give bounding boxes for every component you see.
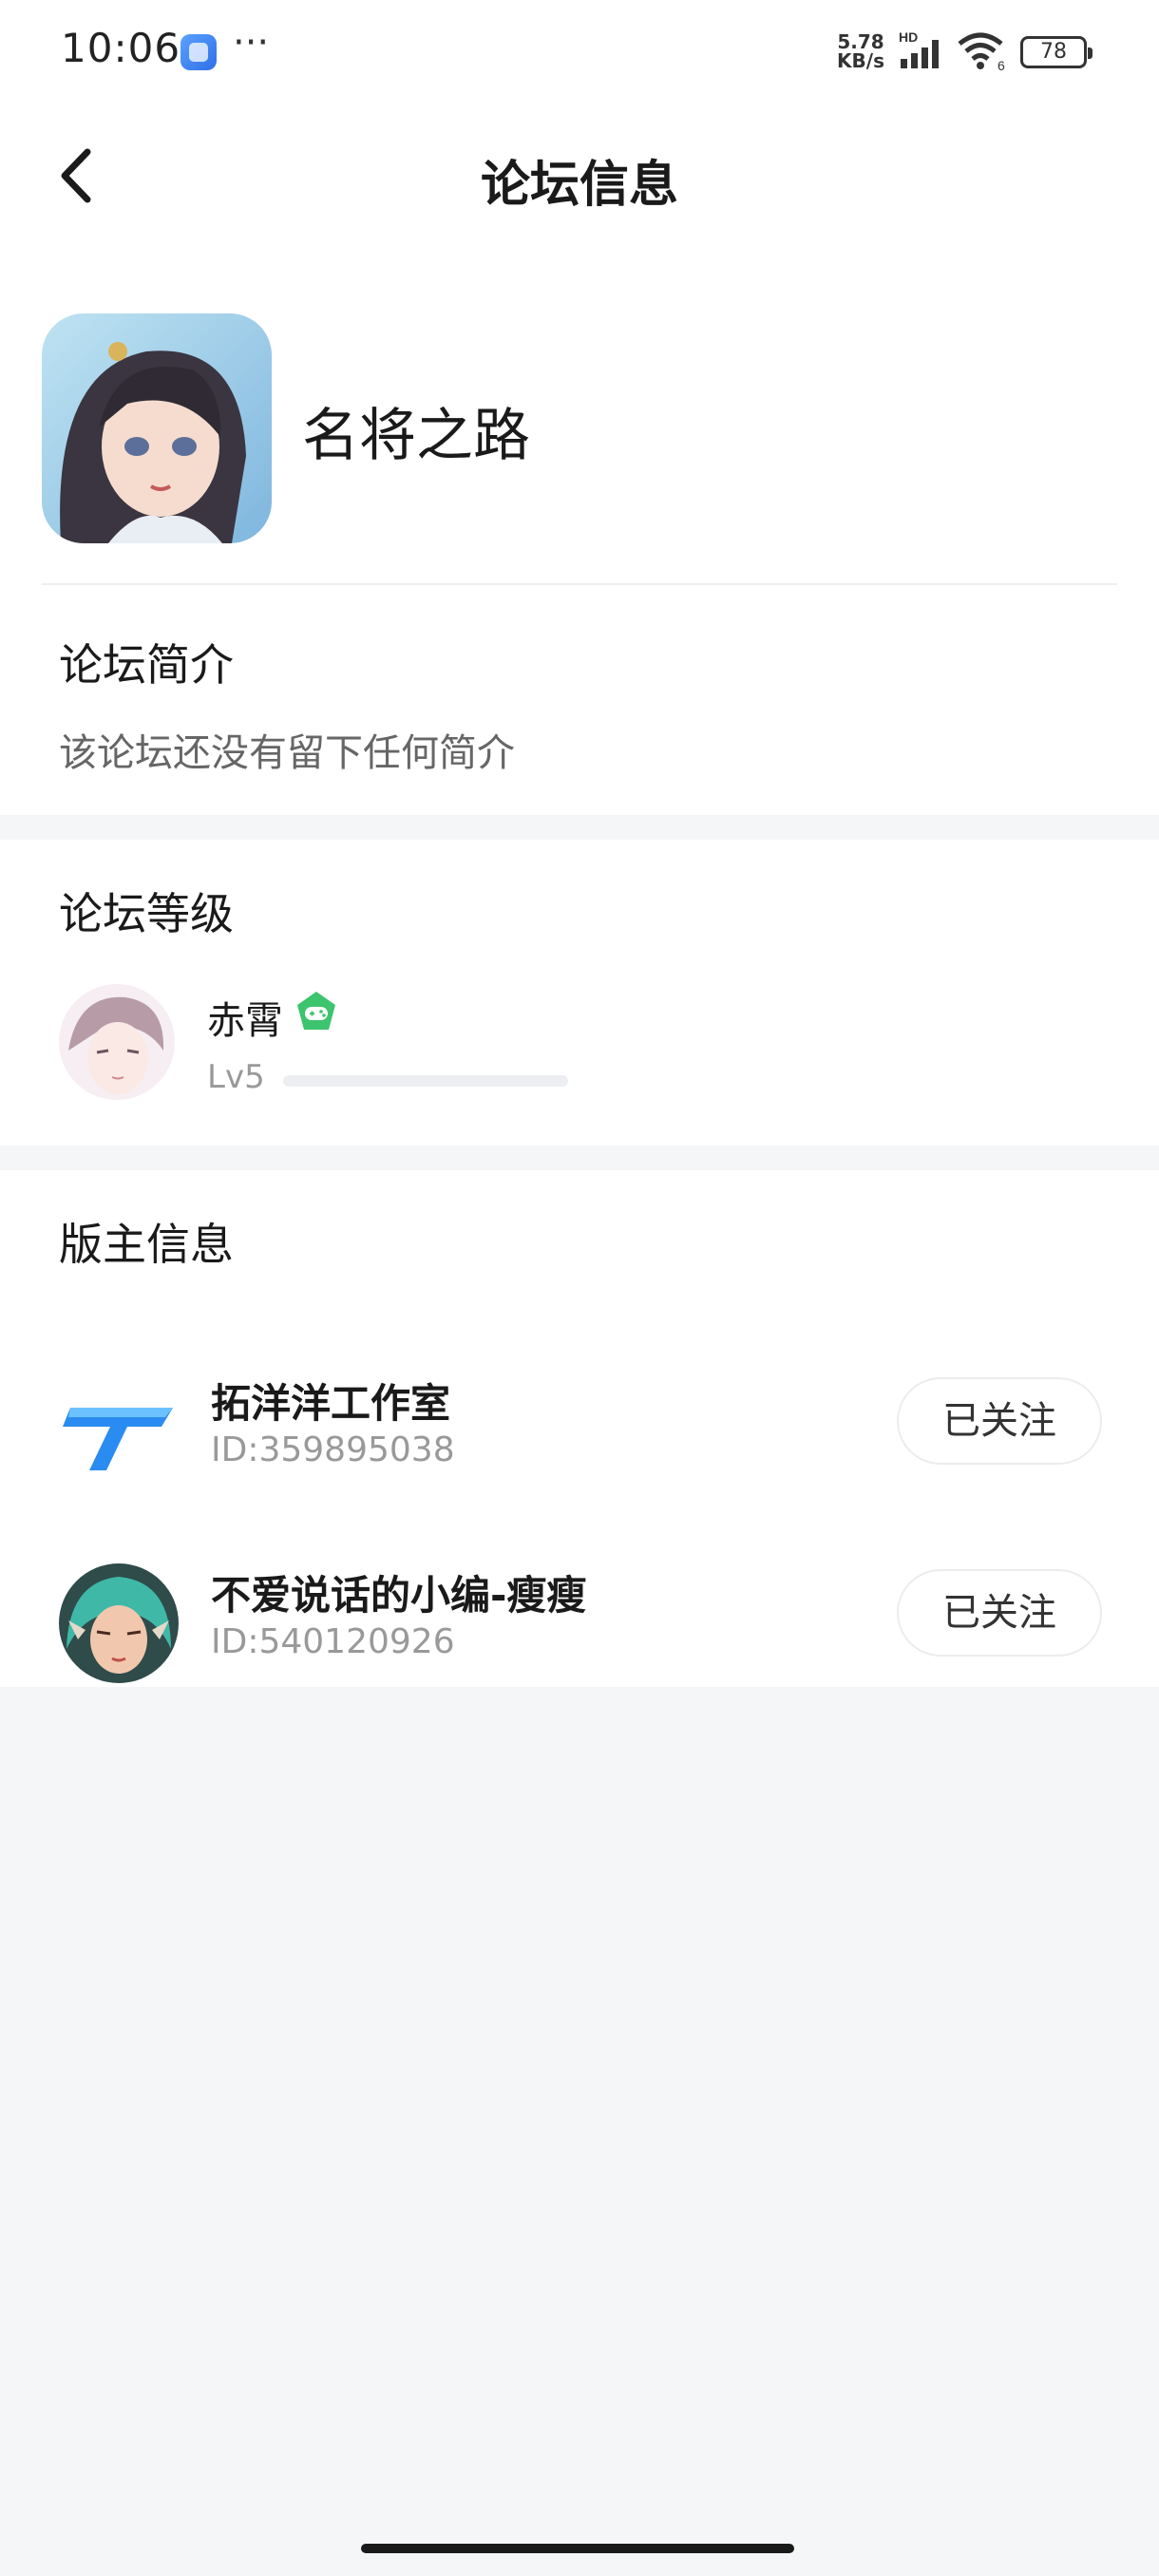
status-more-icon: ···	[233, 21, 270, 65]
wifi-icon: 6	[956, 30, 1009, 76]
intro-text: 该论坛还没有留下任何简介	[59, 731, 515, 775]
forum-info-page: 10:06 ··· 5.78 KB/s HD 6 78 论坛信息 名将之路 论坛…	[0, 0, 1159, 2576]
forum-avatar	[42, 313, 272, 543]
avatar[interactable]	[59, 984, 175, 1100]
moderator-name: 拓洋洋工作室	[211, 1380, 451, 1427]
status-bar: 10:06 ··· 5.78 KB/s HD 6 78	[0, 0, 1159, 104]
avatar[interactable]	[59, 1372, 179, 1491]
forum-name: 名将之路	[302, 403, 530, 469]
home-indicator[interactable]	[361, 2544, 794, 2553]
moderator-name: 不爱说话的小编-瘦瘦	[211, 1572, 587, 1619]
network-speed-value: 5.78	[837, 30, 884, 53]
gamepad-badge-icon	[294, 990, 338, 1033]
moderators-card: 版主信息 拓洋洋工作室 ID:359895038 已关注 不爱说话的小编-瘦瘦 …	[0, 1170, 1159, 1687]
status-time: 10:06	[61, 25, 181, 71]
moderator-id: ID:359895038	[211, 1430, 455, 1469]
moderators-section-title: 版主信息	[59, 1219, 234, 1270]
level-label: Lv5	[207, 1058, 265, 1096]
header: 论坛信息	[0, 104, 1159, 247]
app-notification-icon	[180, 34, 217, 70]
signal-label: HD	[899, 29, 918, 45]
battery-icon: 78	[1020, 36, 1092, 68]
list-item[interactable]: 拓洋洋工作室 ID:359895038 已关注	[0, 1354, 1159, 1497]
forum-info-card: 名将之路 论坛简介 该论坛还没有留下任何简介	[0, 247, 1159, 815]
level-progress-bar	[283, 1075, 568, 1087]
level-user-name: 赤霄	[207, 999, 283, 1043]
following-button[interactable]: 已关注	[897, 1569, 1102, 1657]
network-speed: 5.78 KB/s	[834, 32, 887, 70]
forum-level-card: 论坛等级 赤霄 Lv5	[0, 840, 1159, 1146]
network-speed-unit: KB/s	[837, 49, 884, 72]
divider	[42, 583, 1117, 585]
list-item[interactable]: 不爱说话的小编-瘦瘦 ID:540120926 已关注	[0, 1546, 1159, 1689]
page-title: 论坛信息	[480, 157, 678, 214]
avatar[interactable]	[59, 1563, 179, 1683]
moderator-id: ID:540120926	[211, 1622, 455, 1661]
wifi-label: 6	[998, 58, 1005, 72]
level-section-title: 论坛等级	[59, 888, 234, 939]
intro-title: 论坛简介	[59, 639, 234, 691]
following-button[interactable]: 已关注	[897, 1377, 1102, 1465]
signal-icon: HD	[897, 28, 948, 76]
